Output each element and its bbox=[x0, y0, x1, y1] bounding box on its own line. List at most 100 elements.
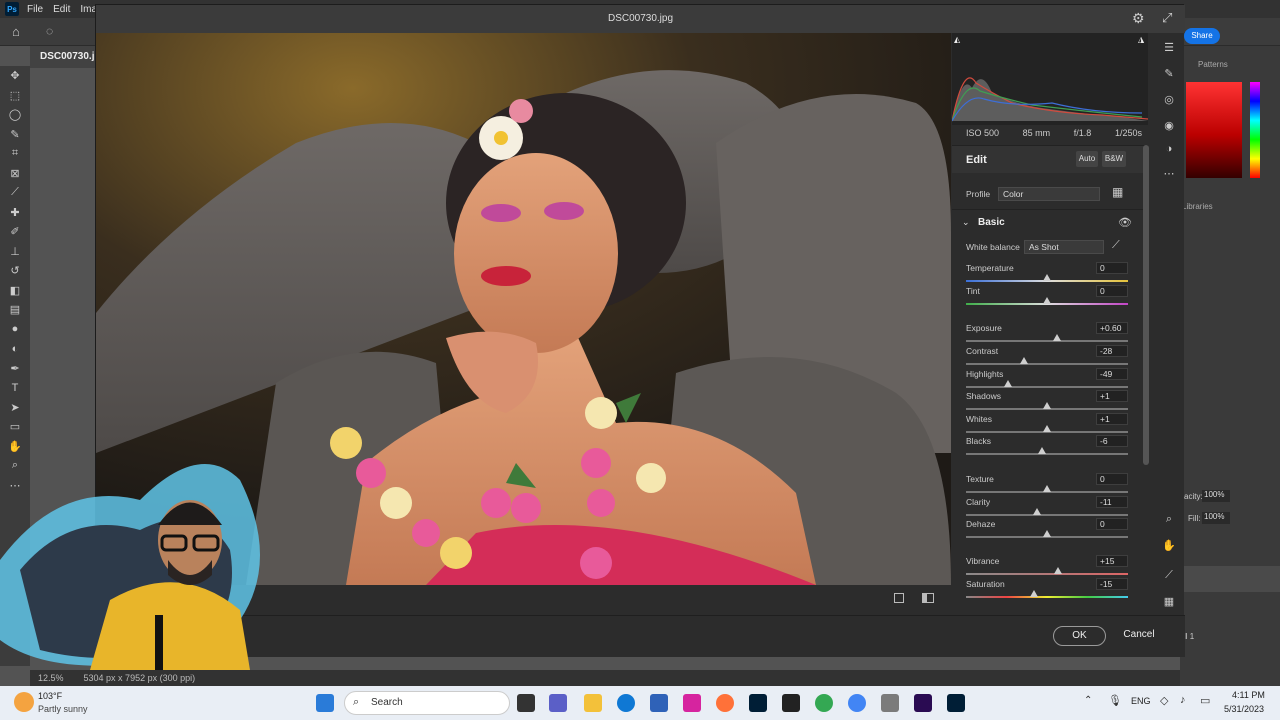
layer-row-selected[interactable] bbox=[1180, 566, 1280, 592]
clock-time[interactable]: 4:11 PM bbox=[1232, 690, 1265, 700]
instagram-icon[interactable] bbox=[683, 694, 701, 712]
chevron-down-icon[interactable]: ⌄ bbox=[962, 217, 970, 228]
visibility-eye-icon[interactable]: 👁 bbox=[1118, 216, 1132, 229]
vibrance-slider-thumb[interactable] bbox=[1054, 567, 1063, 574]
file-explorer-icon[interactable] bbox=[584, 694, 602, 712]
weather-icon[interactable] bbox=[14, 692, 34, 712]
clock-date[interactable]: 5/31/2023 bbox=[1224, 704, 1264, 714]
lasso-tool-icon[interactable]: ◯ bbox=[0, 105, 30, 125]
hue-slider[interactable] bbox=[1250, 82, 1260, 178]
gradient-tool-icon[interactable]: ▤ bbox=[0, 300, 30, 320]
color-sampler-icon[interactable]: ⟋ bbox=[1162, 569, 1176, 583]
lasso-icon[interactable]: ◌ bbox=[46, 24, 53, 38]
photoshop-taskbar-icon[interactable] bbox=[947, 694, 965, 712]
chrome-profile-icon[interactable] bbox=[848, 694, 866, 712]
tint-slider-thumb[interactable] bbox=[1043, 297, 1051, 304]
texture-slider-thumb[interactable] bbox=[1043, 485, 1051, 492]
contrast-slider-thumb[interactable] bbox=[1020, 357, 1029, 364]
marquee-tool-icon[interactable]: ⬚ bbox=[0, 86, 30, 106]
libraries-tab[interactable]: Libraries bbox=[1182, 202, 1213, 211]
path-select-tool-icon[interactable]: ➤ bbox=[0, 398, 30, 418]
whites-value[interactable]: +1 bbox=[1096, 413, 1128, 425]
texture-value[interactable]: 0 bbox=[1096, 473, 1128, 485]
bw-button[interactable]: B&W bbox=[1102, 151, 1126, 167]
settings-gear-icon[interactable]: ⚙ bbox=[1132, 10, 1145, 27]
tint-value[interactable]: 0 bbox=[1096, 285, 1128, 297]
highlights-slider-track[interactable] bbox=[966, 386, 1128, 388]
notepad-icon[interactable] bbox=[881, 694, 899, 712]
pen-tool-icon[interactable]: ✒ bbox=[0, 359, 30, 379]
highlights-slider-thumb[interactable] bbox=[1004, 380, 1013, 387]
presets-icon[interactable]: ◑ bbox=[1162, 143, 1176, 157]
clarity-value[interactable]: -11 bbox=[1096, 496, 1128, 508]
menu-edit[interactable]: Edit bbox=[53, 4, 70, 15]
blacks-slider-track[interactable] bbox=[966, 453, 1128, 455]
menu-file[interactable]: File bbox=[27, 4, 43, 15]
app-icon[interactable] bbox=[650, 694, 668, 712]
vibrance-slider-track[interactable] bbox=[966, 573, 1128, 575]
single-view-icon[interactable] bbox=[894, 593, 904, 603]
eyedropper-icon[interactable]: ⟋ bbox=[1112, 239, 1120, 252]
dodge-tool-icon[interactable]: ◐ bbox=[0, 339, 30, 359]
windows-start-icon[interactable] bbox=[316, 694, 334, 712]
stamp-tool-icon[interactable]: ⊥ bbox=[0, 242, 30, 262]
battery-icon[interactable]: ▭ bbox=[1200, 694, 1210, 707]
eyedropper-tool-icon[interactable]: ⟋ bbox=[0, 183, 30, 203]
exposure-value[interactable]: +0.60 bbox=[1096, 322, 1128, 334]
hand-icon[interactable]: ✋ bbox=[1162, 539, 1176, 553]
contrast-slider-track[interactable] bbox=[966, 363, 1128, 365]
share-button[interactable]: Share bbox=[1184, 28, 1220, 44]
zoom-icon[interactable]: ⌕ bbox=[1162, 513, 1176, 527]
dehaze-value[interactable]: 0 bbox=[1096, 518, 1128, 530]
exposure-slider-thumb[interactable] bbox=[1052, 334, 1061, 341]
blur-tool-icon[interactable]: ● bbox=[0, 320, 30, 340]
exposure-slider-track[interactable] bbox=[966, 340, 1128, 342]
temperature-slider-thumb[interactable] bbox=[1043, 274, 1051, 281]
profile-select[interactable]: Color bbox=[998, 187, 1100, 201]
masking-icon[interactable]: ◎ bbox=[1162, 93, 1176, 107]
weather-desc[interactable]: Partly sunny bbox=[38, 704, 88, 714]
shadow-clipping-icon[interactable]: ◭ bbox=[954, 35, 960, 44]
ok-button[interactable]: OK bbox=[1053, 626, 1106, 646]
color-picker-field[interactable] bbox=[1186, 82, 1242, 178]
opacity-field[interactable]: 100% bbox=[1202, 490, 1230, 502]
premiere-pro-icon[interactable] bbox=[914, 694, 932, 712]
layer-name[interactable]: ll 1 bbox=[1184, 632, 1194, 641]
frame-tool-icon[interactable]: ⊠ bbox=[0, 164, 30, 184]
fill-field[interactable]: 100% bbox=[1202, 512, 1230, 524]
profile-browser-icon[interactable]: ▦ bbox=[1112, 185, 1123, 199]
chrome-icon[interactable] bbox=[815, 694, 833, 712]
capcut-icon[interactable] bbox=[782, 694, 800, 712]
saturation-value[interactable]: -15 bbox=[1096, 578, 1128, 590]
shape-tool-icon[interactable]: ▭ bbox=[0, 417, 30, 437]
shadows-value[interactable]: +1 bbox=[1096, 390, 1128, 402]
cancel-button[interactable]: Cancel bbox=[1122, 626, 1156, 646]
dehaze-slider-thumb[interactable] bbox=[1043, 530, 1051, 537]
temperature-value[interactable]: 0 bbox=[1096, 262, 1128, 274]
edge-icon[interactable] bbox=[617, 694, 635, 712]
task-view-icon[interactable] bbox=[517, 694, 535, 712]
lightroom-classic-icon[interactable] bbox=[749, 694, 767, 712]
move-tool-icon[interactable]: ✥ bbox=[0, 66, 30, 86]
history-brush-tool-icon[interactable]: ↺ bbox=[0, 261, 30, 281]
brush-tool-icon[interactable]: ✐ bbox=[0, 222, 30, 242]
healing-tool-icon[interactable]: ✚ bbox=[0, 203, 30, 223]
healing-icon[interactable]: ✎ bbox=[1162, 67, 1176, 81]
taskbar-search[interactable]: ⌕ Search bbox=[344, 691, 510, 715]
fullscreen-icon[interactable]: ⤢ bbox=[1162, 10, 1172, 26]
language-indicator[interactable]: ENG bbox=[1131, 696, 1151, 706]
eraser-tool-icon[interactable]: ◧ bbox=[0, 281, 30, 301]
weather-temp[interactable]: 103°F bbox=[38, 691, 62, 701]
network-icon[interactable]: ◇ bbox=[1160, 694, 1168, 707]
white-balance-select[interactable]: As Shot bbox=[1024, 240, 1104, 254]
grid-icon[interactable]: ▦ bbox=[1162, 595, 1176, 609]
blacks-value[interactable]: -6 bbox=[1096, 435, 1128, 447]
basic-section-title[interactable]: Basic bbox=[978, 217, 1005, 228]
microphone-icon[interactable]: 🎙 bbox=[1108, 694, 1122, 707]
quick-select-tool-icon[interactable]: ✎ bbox=[0, 125, 30, 145]
home-icon[interactable]: ⌂ bbox=[12, 24, 20, 39]
auto-button[interactable]: Auto bbox=[1076, 151, 1098, 167]
before-after-icon[interactable] bbox=[922, 593, 934, 603]
vibrance-value[interactable]: +15 bbox=[1096, 555, 1128, 567]
shadows-slider-thumb[interactable] bbox=[1043, 402, 1051, 409]
